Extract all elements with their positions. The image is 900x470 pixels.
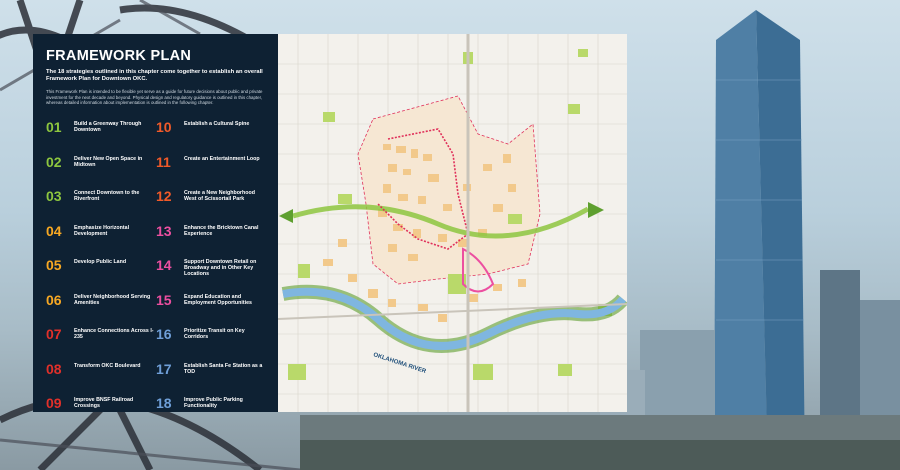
strategy-item: 03 Connect Downtown to the Riverfront — [46, 189, 158, 203]
strategy-label: Establish Santa Fe Station as a TOD — [184, 362, 263, 375]
panel-body: This Framework Plan is intended to be fl… — [46, 89, 263, 106]
strategy-number: 03 — [46, 188, 62, 204]
strategy-item: 11 Create an Entertainment Loop — [156, 155, 268, 169]
strategy-label: Transform OKC Boulevard — [74, 362, 141, 369]
strategy-item: 09 Improve BNSF Railroad Crossings — [46, 396, 158, 410]
strategy-number: 15 — [156, 291, 172, 308]
strategy-item: 04 Emphasize Horizontal Development — [46, 224, 158, 238]
strategy-number: 11 — [156, 153, 171, 170]
strategy-label: Create an Entertainment Loop — [184, 155, 260, 162]
framework-plan-panel: FRAMEWORK PLAN The 18 strategies outline… — [33, 34, 278, 412]
strategy-item: 05 Develop Public Land — [46, 258, 158, 272]
strategy-item: 18 Improve Public Parking Functionality — [156, 396, 268, 410]
strategy-item: 17 Establish Santa Fe Station as a TOD — [156, 362, 268, 376]
strategy-label: Establish a Cultural Spine — [184, 121, 250, 127]
strategy-item: 02 Deliver New Open Space in Midtown — [46, 155, 158, 169]
framework-map: OKLAHOMA RIVER — [278, 34, 627, 412]
strategy-item: 07 Enhance Connections Across I-235 — [46, 327, 158, 341]
strategy-number: 18 — [156, 395, 172, 411]
strategy-label: Improve Public Parking Functionality — [184, 397, 243, 410]
strategy-item: 10 Establish a Cultural Spine — [156, 120, 268, 134]
strategy-number: 04 — [46, 222, 62, 239]
strategy-number: 05 — [46, 257, 62, 273]
strategy-item: 01 Build a Greenway Through Downtown — [46, 120, 158, 134]
strategy-number: 16 — [156, 326, 172, 342]
framework-map-graphic: OKLAHOMA RIVER — [278, 34, 627, 412]
strategy-item: 16 Prioritize Transit on Key Corridors — [156, 327, 268, 341]
strategy-number: 07 — [46, 326, 62, 342]
panel-intro: The 18 strategies outlined in this chapt… — [46, 69, 263, 83]
strategy-item: 12 Create a New Neighborhood West of Scis… — [156, 189, 268, 203]
strategy-number: 02 — [46, 153, 62, 170]
strategy-label: Support Downtown Retail on Broadway and … — [184, 259, 257, 278]
strategy-number: 13 — [156, 222, 172, 239]
strategy-number: 06 — [46, 291, 62, 308]
strategy-number: 09 — [46, 395, 62, 411]
strategy-item: 14 Support Downtown Retail on Broadway an… — [156, 258, 268, 278]
strategy-number: 10 — [156, 119, 172, 135]
strategy-label: Improve BNSF Railroad Crossings — [74, 397, 134, 410]
strategy-label: Create a New Neighborhood West of Scisso… — [184, 190, 255, 203]
strategy-label: Connect Downtown to the Riverfront — [74, 190, 140, 203]
strategy-number: 14 — [156, 257, 172, 273]
strategy-number: 08 — [46, 360, 62, 377]
strategy-label: Develop Public Land — [74, 259, 127, 265]
strategy-item: 06 Deliver Neighborhood Serving Amenities — [46, 293, 158, 307]
strategy-label: Build a Greenway Through Downtown — [74, 121, 142, 134]
strategy-label: Emphasize Horizontal Development — [74, 224, 130, 237]
strategy-item: 15 Expand Education and Employment Opport… — [156, 293, 268, 307]
strategy-label: Prioritize Transit on Key Corridors — [184, 328, 245, 341]
strategy-number: 12 — [156, 188, 172, 204]
strategy-item: 13 Enhance the Bricktown Canal Experience — [156, 224, 268, 238]
strategy-label: Enhance the Bricktown Canal Experience — [184, 224, 259, 237]
panel-title: FRAMEWORK PLAN — [46, 48, 192, 64]
strategy-label: Expand Education and Employment Opportun… — [184, 293, 252, 306]
strategy-label: Deliver New Open Space in Midtown — [74, 155, 143, 168]
strategy-number: 17 — [156, 360, 172, 377]
strategy-number: 01 — [46, 119, 62, 135]
strategy-label: Deliver Neighborhood Serving Amenities — [74, 293, 151, 306]
strategy-item: 08 Transform OKC Boulevard — [46, 362, 158, 376]
strategy-label: Enhance Connections Across I-235 — [74, 328, 154, 341]
